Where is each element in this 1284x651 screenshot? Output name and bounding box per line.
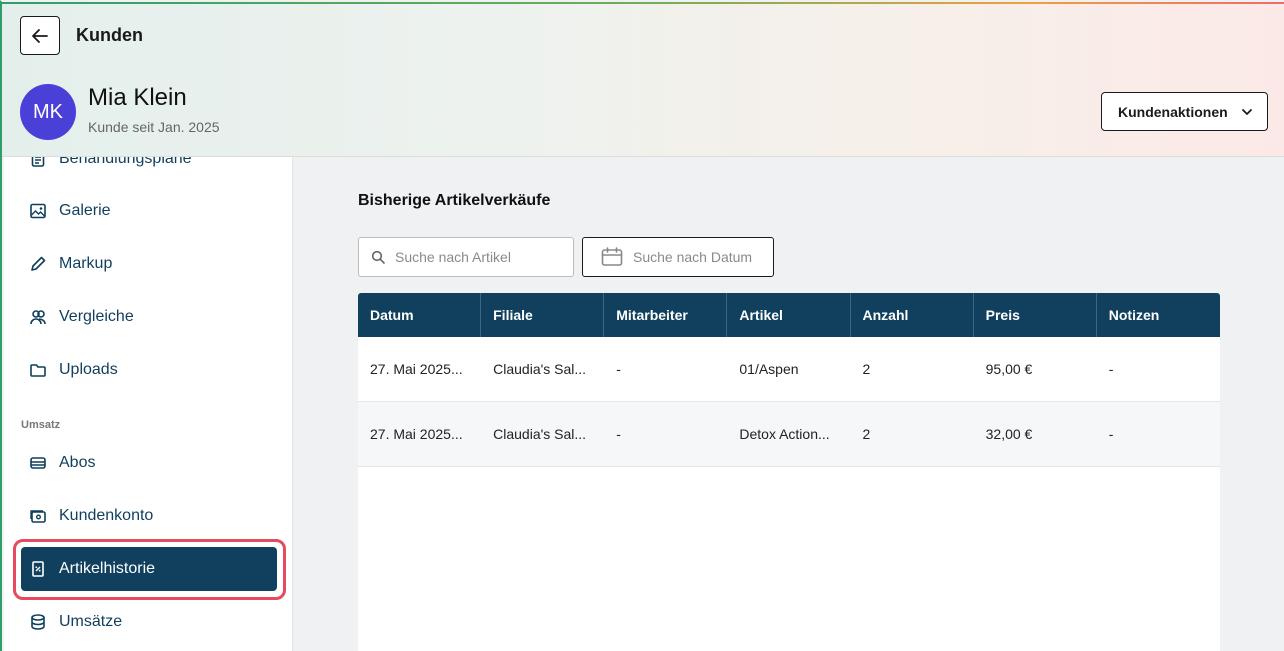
sidebar-item-label: Abos — [59, 454, 96, 471]
column-header-price[interactable]: Preis — [974, 293, 1097, 337]
sidebar-item-markup[interactable]: Markup — [21, 242, 277, 286]
page-title: Bisherige Artikelverkäufe — [358, 192, 551, 209]
table-cell-employee: - — [616, 426, 621, 442]
table-row[interactable]: 27. Mai 2025... Claudia's Sal... - 01/As… — [358, 337, 1220, 402]
sidebar-item-label: Kundenkonto — [59, 507, 154, 524]
sidebar-item-comparisons[interactable]: Vergleiche — [21, 295, 277, 339]
customer-header: Kunden MK Mia Klein Kunde seit Jan. 2025… — [2, 2, 1284, 157]
table-cell-price: 95,00 € — [985, 361, 1033, 377]
article-search-input[interactable] — [395, 249, 555, 265]
stack-icon — [30, 457, 46, 469]
table-row[interactable]: 27. Mai 2025... Claudia's Sal... - Detox… — [358, 402, 1220, 467]
pencil-icon — [31, 256, 46, 271]
section-label-sales: Umsatz — [21, 419, 61, 431]
date-search-label: Suche nach Datum — [633, 249, 753, 265]
sidebar-item-revenue[interactable]: Umsätze — [21, 600, 277, 644]
column-header-notes[interactable]: Notizen — [1097, 293, 1220, 337]
receipt-icon — [32, 561, 44, 577]
table-cell-notes: - — [1108, 426, 1114, 442]
sidebar-item-customer-account[interactable]: Kundenkonto — [21, 494, 277, 538]
date-search-button[interactable]: Suche nach Datum — [582, 237, 774, 277]
folder-icon — [30, 364, 46, 377]
customer-name: Mia Klein — [88, 84, 187, 111]
table-header: Datum Filiale Mitarbeiter Artikel Anzahl… — [358, 293, 1220, 337]
article-search-field[interactable] — [358, 237, 574, 277]
sidebar-item-uploads[interactable]: Uploads — [21, 348, 277, 392]
table-cell-date: 27. Mai 2025... — [370, 361, 463, 377]
database-icon — [31, 614, 45, 630]
sidebar-item-label: Uploads — [59, 361, 118, 378]
sidebar-item-label: Vergleiche — [59, 308, 134, 325]
customer-actions-label: Kundenaktionen — [1118, 103, 1228, 120]
calendar-icon — [601, 247, 623, 266]
chevron-down-icon — [1242, 108, 1252, 115]
sidebar-item-label: Markup — [59, 255, 113, 272]
table-cell-price: 32,00 € — [985, 426, 1033, 442]
sidebar-item-label: Behandlungspläne — [59, 157, 192, 167]
column-header-employee[interactable]: Mitarbeiter — [604, 293, 728, 337]
sidebar: Behandlungspläne Galerie Markup Vergleic… — [4, 157, 293, 651]
customer-since: Kunde seit Jan. 2025 — [88, 119, 220, 135]
table-cell-notes: - — [1108, 361, 1114, 377]
table-cell-branch: Claudia's Sal... — [493, 426, 587, 442]
column-header-article[interactable]: Artikel — [727, 293, 851, 337]
arrow-left-icon — [32, 28, 48, 43]
table-cell-article: 01/Aspen — [739, 361, 799, 377]
app-frame: Kunden MK Mia Klein Kunde seit Jan. 2025… — [0, 0, 1284, 651]
table-cell-quantity: 2 — [862, 426, 871, 442]
column-header-quantity[interactable]: Anzahl — [851, 293, 974, 337]
column-header-date[interactable]: Datum — [358, 293, 482, 337]
table-cell-branch: Claudia's Sal... — [493, 361, 587, 377]
document-icon — [31, 157, 45, 167]
sidebar-item-label: Galerie — [59, 202, 111, 219]
users-icon — [30, 310, 46, 325]
sidebar-item-label: Artikelhistorie — [59, 560, 156, 577]
image-icon — [30, 203, 46, 219]
column-header-branch[interactable]: Filiale — [481, 293, 605, 337]
breadcrumb[interactable]: Kunden — [76, 25, 143, 46]
customer-actions-button[interactable]: Kundenaktionen — [1101, 92, 1268, 131]
table-cell-date: 27. Mai 2025... — [370, 426, 463, 442]
search-icon — [371, 250, 385, 264]
sidebar-item-subscriptions[interactable]: Abos — [21, 441, 277, 485]
sidebar-item-label: Umsätze — [59, 613, 123, 630]
table-cell-article: Detox Action... — [739, 426, 830, 442]
sales-table: Datum Filiale Mitarbeiter Artikel Anzahl… — [358, 293, 1220, 651]
sidebar-item-gallery[interactable]: Galerie — [21, 189, 277, 233]
table-cell-employee: - — [616, 361, 621, 377]
table-cell-quantity: 2 — [862, 361, 871, 377]
sidebar-item-item-history[interactable]: Artikelhistorie — [21, 547, 277, 591]
wallet-icon — [30, 510, 46, 523]
sidebar-item-treatment-plans[interactable]: Behandlungspläne — [21, 157, 277, 181]
avatar: MK — [20, 84, 76, 140]
back-button[interactable] — [20, 16, 60, 55]
